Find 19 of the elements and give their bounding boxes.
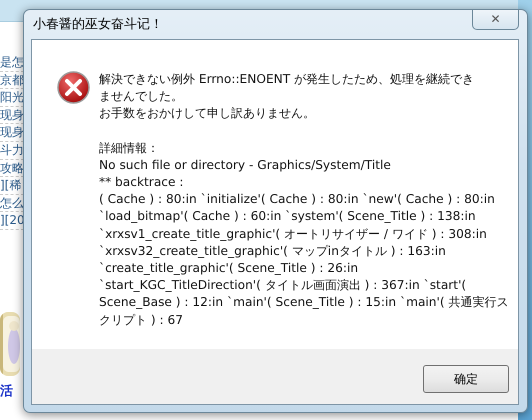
error-message-line: 解決できない例外 Errno::ENOENT が発生したため、処理を継続でき xyxy=(99,71,476,88)
detail-text-line: No such file or directory - Graphics/System/Title xyxy=(99,156,392,174)
detail-text-line: `create_title_graphic'( Scene_Title ) : 26:in xyxy=(99,260,360,278)
detail-text-line: `xrxsv32_create_title_graphic'( マップinタイトル ) : 163:in xyxy=(99,242,447,260)
detail-text-line: ** backtrace : xyxy=(99,174,184,192)
ok-button[interactable]: 确定 xyxy=(423,364,509,392)
detail-text-line: `start_KGC_TitleDirection'( タイトル画面演出 ) : 367:in `start'( xyxy=(99,277,468,294)
error-message-line: ませんでした。 xyxy=(99,88,184,106)
detail-text-line: ( Cache ) : 80:in `initialize'( Cache ) : 80:in `new'( Cache ) : 80:in xyxy=(99,191,496,208)
window-title: 小春醤的巫女奋斗记！ xyxy=(33,16,163,34)
close-button[interactable]: ✕ xyxy=(472,10,519,30)
link[interactable]: 活 xyxy=(0,382,24,402)
detail-text-line: クリプト ) : 67 xyxy=(99,312,184,329)
error-icon xyxy=(57,71,90,104)
detail-text-line: Scene_Base ) : 12:in `main'( Scene_Title ) : 15:in `main'( 共通実行ス xyxy=(99,294,509,312)
detail-text-line: `load_bitmap'( Cache ) : 60:in `system'( Scene_Title ) : 138:in xyxy=(99,208,477,226)
error-message-line: お手数をおかけして申し訳ありません。 xyxy=(99,105,316,122)
detail-text-line: 詳細情報： xyxy=(99,140,160,157)
detail-text-line: `xrxsv1_create_title_graphic'( オートリサイザー / ワイド ) : 308:in xyxy=(99,226,488,243)
